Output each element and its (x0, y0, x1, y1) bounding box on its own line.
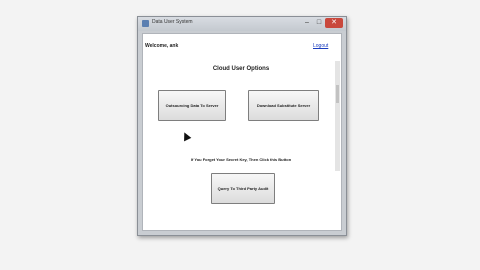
forgot-key-text: If You Forget Your Secret Key, Then Clic… (190, 157, 292, 162)
vertical-scrollbar[interactable] (335, 61, 340, 171)
outsourcing-data-button[interactable]: Outsourcing Data To Server (158, 90, 226, 121)
scrollbar-thumb[interactable] (336, 85, 339, 103)
window-title: Data User System (152, 19, 193, 25)
title-bar[interactable]: Data User System – □ ✕ (138, 17, 346, 31)
app-icon (142, 20, 149, 27)
page-heading: Cloud User Options (212, 66, 270, 72)
query-third-party-button[interactable]: Query To Third Party Audit (211, 173, 275, 204)
welcome-text: Welcome, ank (145, 43, 179, 49)
download-substitute-button[interactable]: Download Substitute Server (248, 90, 319, 121)
close-button[interactable]: ✕ (325, 18, 343, 28)
logout-link[interactable]: Logout (313, 43, 328, 49)
maximize-button[interactable]: □ (313, 18, 325, 28)
minimize-button[interactable]: – (301, 18, 313, 28)
